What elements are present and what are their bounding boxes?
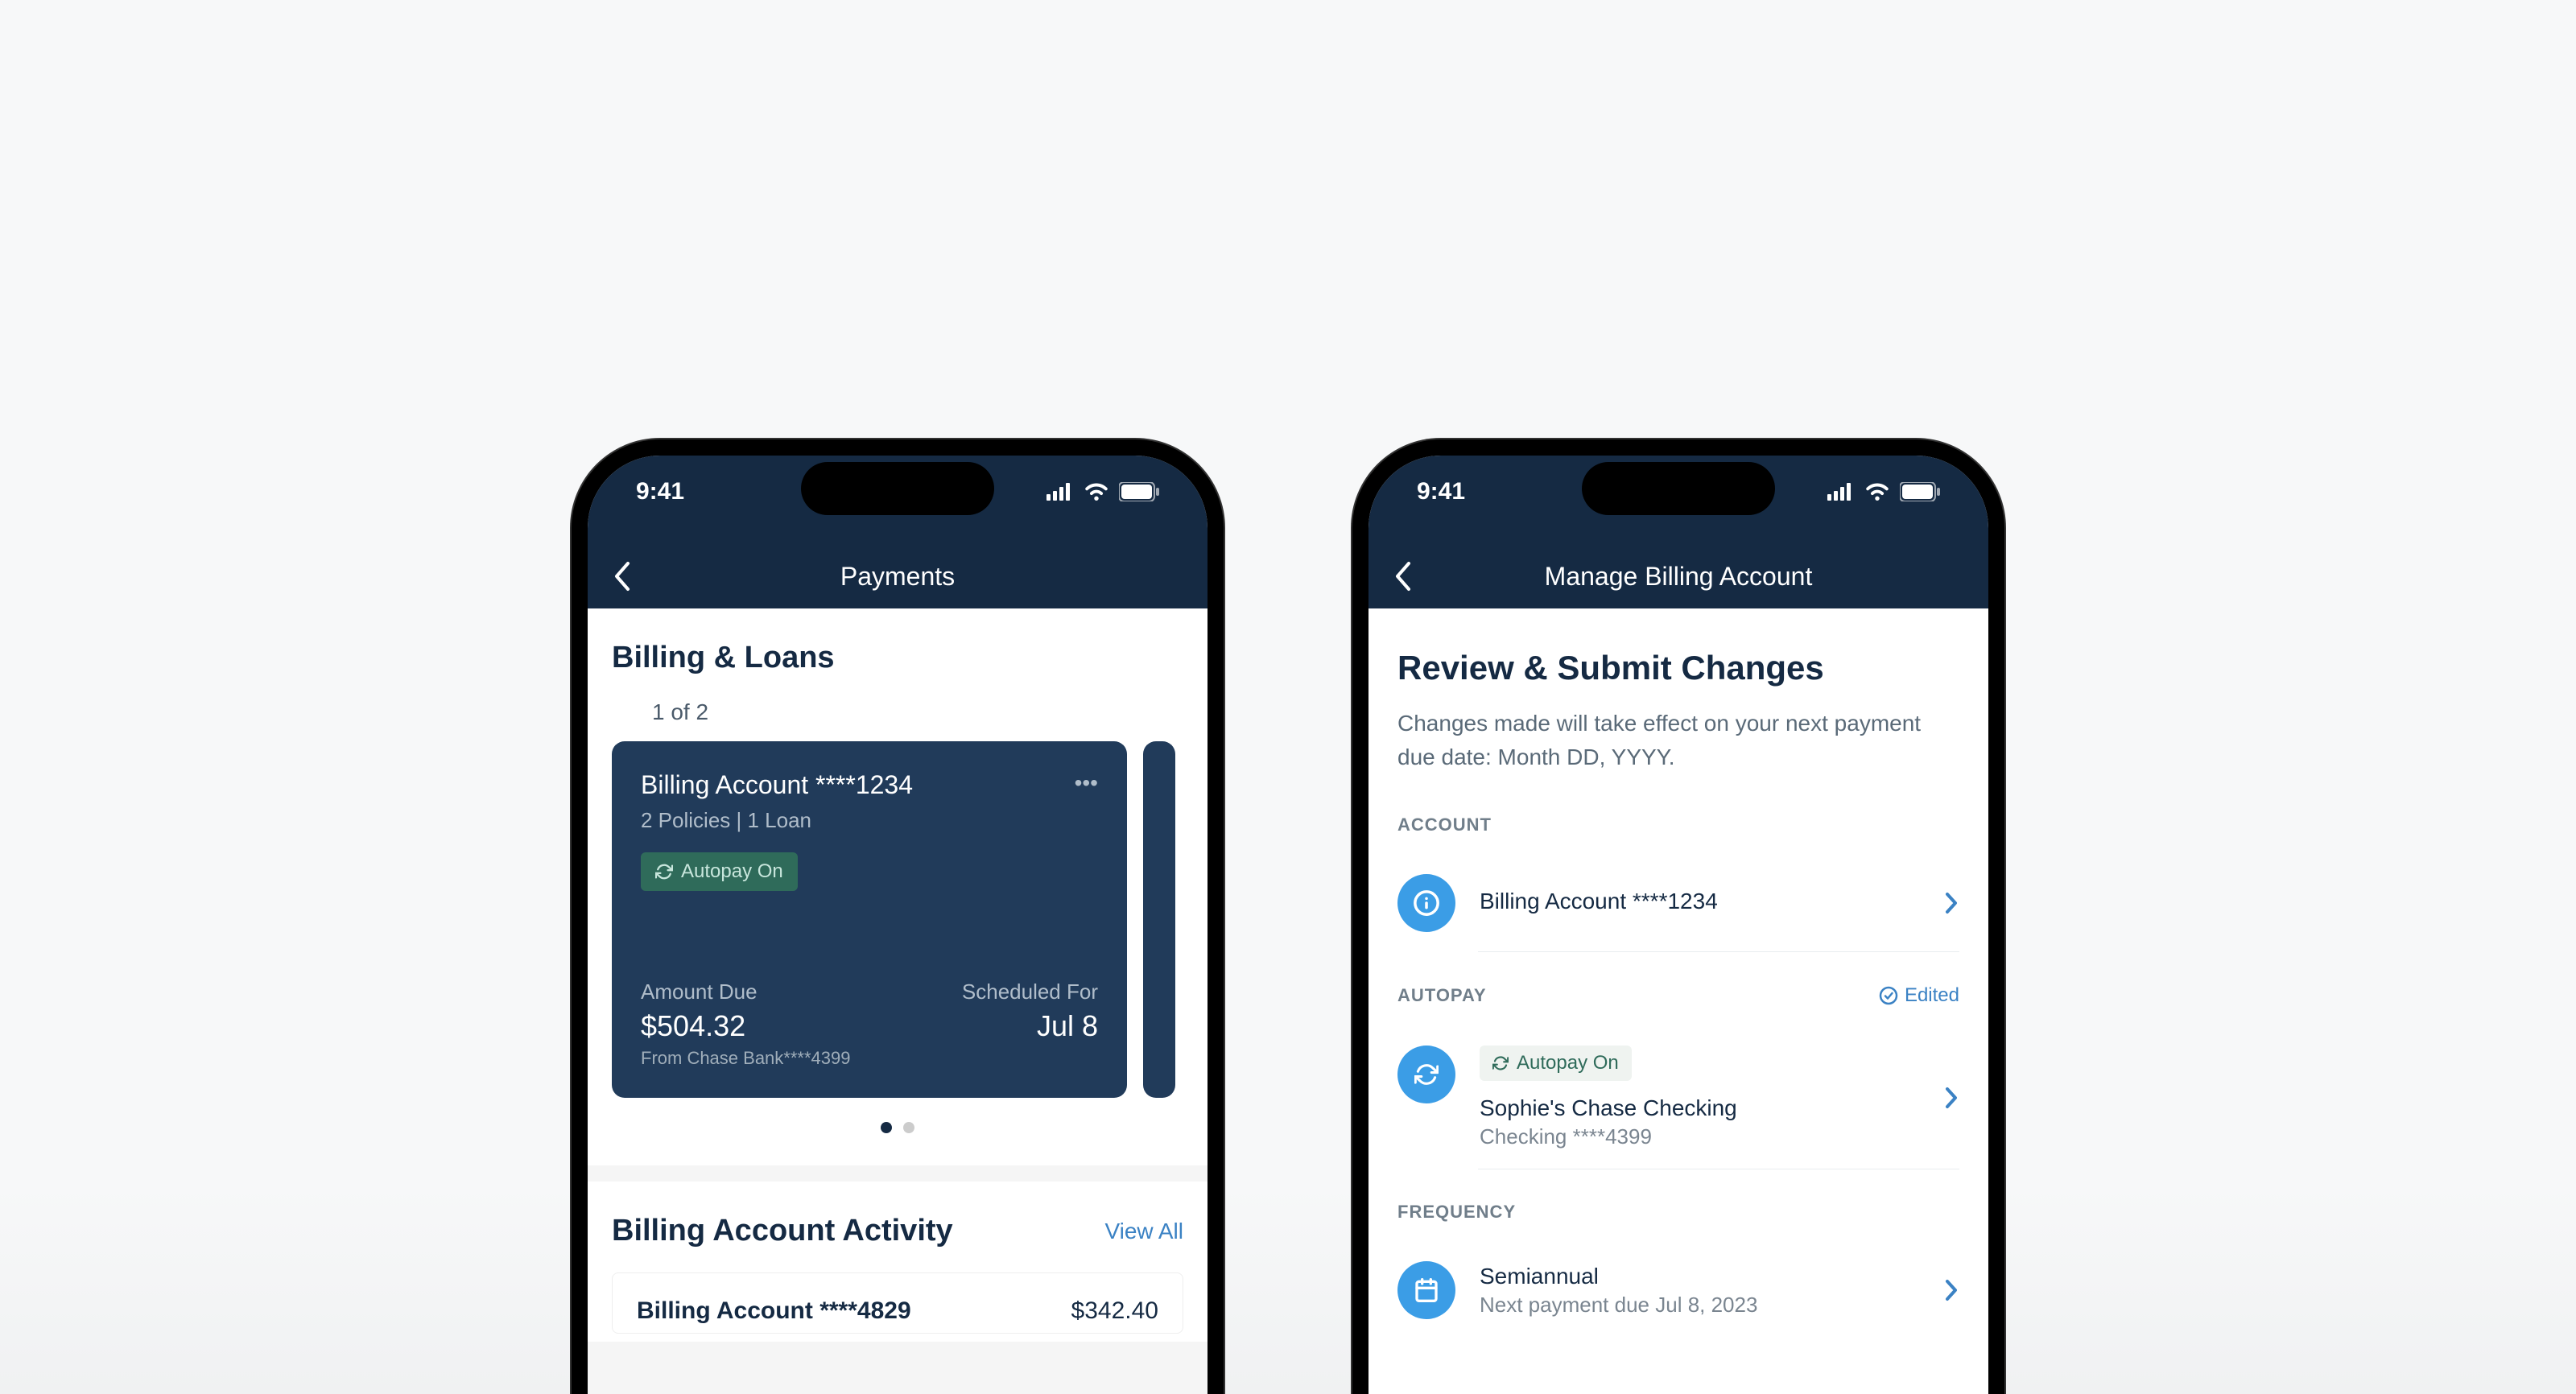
check-circle-icon [1879,986,1898,1005]
activity-amount: $342.40 [1071,1297,1158,1325]
scheduled-for-value: Jul 8 [962,1009,1098,1043]
frequency-section: FREQUENCY Semiannual Next payment due Ju… [1397,1202,1959,1338]
section-title-billing: Billing & Loans [612,641,1183,675]
billing-loans-section: Billing & Loans 1 of 2 Billing Account *… [588,608,1208,1165]
frequency-row[interactable]: Semiannual Next payment due Jul 8, 2023 [1397,1242,1959,1338]
chevron-right-icon [1943,1278,1959,1302]
payment-source-note: From Chase Bank****4399 [641,1048,850,1069]
activity-account-name: Billing Account ****4829 [637,1297,911,1325]
nav-bar: Payments [588,544,1208,608]
view-all-link[interactable]: View All [1104,1219,1183,1244]
review-title: Review & Submit Changes [1397,649,1959,687]
account-row[interactable]: Billing Account ****1234 [1397,855,1959,951]
edited-badge: Edited [1879,984,1959,1007]
account-section: ACCOUNT Billing Account ****1234 [1397,815,1959,952]
wifi-icon [1084,483,1109,501]
nav-title: Manage Billing Account [1545,562,1813,592]
card-carousel[interactable]: Billing Account ****1234 2 Policies | 1 … [612,741,1183,1098]
status-time: 9:41 [1417,478,1465,505]
refresh-icon [655,863,673,881]
autopay-badge: Autopay On [1480,1046,1632,1081]
account-header: ACCOUNT [1397,815,1959,835]
card-more-button[interactable]: ••• [1075,770,1098,796]
pagination-dots [612,1122,1183,1133]
billing-account-card[interactable]: Billing Account ****1234 2 Policies | 1 … [612,741,1127,1098]
screen-manage: 9:41 Manage Billing Account Review & Sub… [1368,456,1988,1394]
autopay-label: Autopay On [681,860,783,883]
autopay-section: AUTOPAY Edited [1397,984,1959,1169]
card-account-name: Billing Account ****1234 [641,770,913,800]
dynamic-island [1582,462,1775,515]
autopay-badge-label: Autopay On [1517,1052,1619,1074]
signal-icon [1827,483,1855,501]
screen-payments: 9:41 Payments Billing & Loans 1 of 2 [588,456,1208,1394]
wifi-icon [1864,483,1890,501]
help-text: Changes made will take effect on your ne… [1397,707,1959,774]
back-button[interactable] [1393,560,1412,592]
next-payment-date: Next payment due Jul 8, 2023 [1480,1293,1943,1318]
next-card-peek[interactable] [1143,741,1175,1098]
activity-title: Billing Account Activity [612,1214,953,1248]
calendar-icon [1397,1261,1455,1319]
amount-due-label: Amount Due [641,980,850,1004]
frequency-value: Semiannual [1480,1264,1943,1289]
phone-mockup-manage: 9:41 Manage Billing Account Review & Sub… [1352,439,2004,1394]
status-indicators [1827,482,1940,501]
card-account-meta: 2 Policies | 1 Loan [641,808,913,833]
card-pager-count: 1 of 2 [652,699,1183,725]
activity-section: Billing Account Activity View All Billin… [588,1182,1208,1342]
refresh-icon [1397,1046,1455,1103]
frequency-header: FREQUENCY [1397,1202,1959,1223]
chevron-right-icon [1943,1086,1959,1110]
signal-icon [1046,483,1074,501]
phone-mockup-payments: 9:41 Payments Billing & Loans 1 of 2 [572,439,1224,1394]
scheduled-for-label: Scheduled For [962,980,1098,1004]
activity-row[interactable]: Billing Account ****4829 $342.40 [612,1272,1183,1334]
refresh-icon [1492,1055,1509,1071]
review-content: Review & Submit Changes Changes made wil… [1368,608,1988,1338]
payment-method-name: Sophie's Chase Checking [1480,1095,1943,1121]
autopay-header: AUTOPAY Edited [1397,984,1959,1007]
payment-method-detail: Checking ****4399 [1480,1124,1943,1149]
dot-2[interactable] [903,1122,914,1133]
autopay-row[interactable]: Autopay On Sophie's Chase Checking Check… [1397,1026,1959,1169]
battery-icon [1119,482,1159,501]
amount-due-value: $504.32 [641,1009,850,1043]
dot-1[interactable] [881,1122,892,1133]
autopay-badge: Autopay On [641,852,798,891]
chevron-right-icon [1943,891,1959,915]
battery-icon [1900,482,1940,501]
nav-bar: Manage Billing Account [1368,544,1988,608]
info-icon [1397,874,1455,932]
account-name: Billing Account ****1234 [1480,889,1943,914]
back-button[interactable] [612,560,631,592]
status-time: 9:41 [636,478,684,505]
nav-title: Payments [840,562,955,592]
dynamic-island [801,462,994,515]
status-indicators [1046,482,1159,501]
